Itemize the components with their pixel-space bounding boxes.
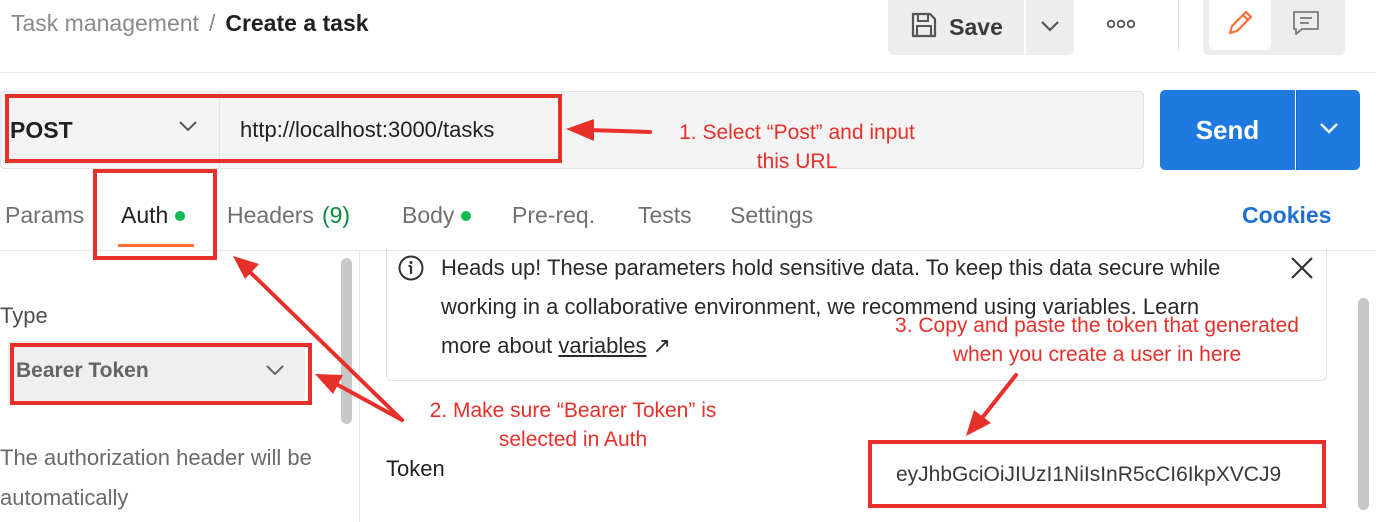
headers-count: (9): [321, 202, 351, 228]
header-divider: [0, 72, 1376, 73]
edit-button[interactable]: [1209, 0, 1271, 50]
save-options-button[interactable]: [1026, 0, 1074, 55]
right-scrollbar[interactable]: [1358, 298, 1369, 510]
close-button[interactable]: [1287, 253, 1317, 283]
chevron-down-icon: [1319, 121, 1339, 139]
annotation-arrow-2b-head: [315, 374, 343, 394]
annotation-note-1-line-1: 1. Select “Post” and input: [679, 121, 915, 144]
breadcrumb-separator: /: [208, 10, 216, 36]
info-icon: [397, 254, 425, 287]
annotation-highlight-auth-tab: [93, 169, 217, 260]
annotation-note-2-line-2: selected in Auth: [498, 428, 648, 451]
cookies-link[interactable]: Cookies: [1242, 202, 1331, 229]
breadcrumb-parent[interactable]: Task management: [11, 10, 199, 36]
send-label: Send: [1195, 114, 1260, 145]
pencil-icon: [1224, 7, 1256, 44]
tab-label: Params: [5, 202, 85, 228]
annotation-note-2: 2. Make sure “Bearer Token” is selected …: [398, 396, 748, 454]
annotation-note-3: 3. Copy and paste the token that generat…: [862, 311, 1332, 369]
left-scrollbar[interactable]: [341, 258, 352, 424]
tab-headers[interactable]: Headers (9): [227, 202, 350, 229]
close-icon: [1287, 257, 1317, 287]
tab-body[interactable]: Body: [402, 202, 472, 229]
annotation-note-1: 1. Select “Post” and input this URL: [652, 118, 942, 176]
tab-label: Tests: [638, 202, 692, 228]
annotation-note-2-line-1: 2. Make sure “Bearer Token” is: [429, 399, 717, 422]
panel-divider: [359, 251, 360, 522]
send-button[interactable]: Send: [1160, 90, 1295, 170]
annotation-note-3-line-2: when you create a user in here: [952, 343, 1242, 366]
send-options-button[interactable]: [1296, 90, 1360, 170]
annotation-note-1-line-2: this URL: [756, 150, 838, 173]
breadcrumb: Task management / Create a task: [11, 10, 369, 37]
tab-tests[interactable]: Tests: [638, 202, 692, 229]
comments-button[interactable]: [1276, 0, 1336, 50]
more-options-button[interactable]: [1098, 10, 1144, 40]
annotation-note-3-line-1: 3. Copy and paste the token that generat…: [895, 314, 1299, 337]
auth-type-label: Type: [0, 303, 48, 328]
annotation-highlight-token: [868, 440, 1326, 508]
tab-label: Settings: [730, 202, 814, 228]
toolbar-divider: [1178, 0, 1179, 52]
tab-pre-request[interactable]: Pre-req.: [512, 202, 595, 229]
save-label: Save: [949, 14, 1003, 40]
annotation-arrow-2a-head: [233, 256, 259, 279]
more-horizontal-icon: [1106, 16, 1136, 34]
external-link-icon: ↗: [652, 333, 672, 358]
status-dot: [461, 210, 472, 221]
save-icon: [909, 10, 939, 45]
chevron-down-icon: [1040, 19, 1060, 37]
annotation-highlight-request: [5, 94, 562, 163]
variables-link[interactable]: variables: [558, 333, 646, 358]
tab-label: Headers: [227, 202, 314, 228]
comment-icon: [1291, 8, 1321, 43]
save-button[interactable]: Save: [888, 0, 1024, 55]
page-title: Create a task: [225, 10, 369, 36]
annotation-arrow-3-head: [966, 410, 991, 436]
auth-description: The authorization header will be automat…: [0, 445, 312, 510]
tab-params[interactable]: Params: [5, 202, 84, 229]
tab-label: Body: [402, 202, 455, 228]
tab-label: Pre-req.: [512, 202, 596, 228]
annotation-arrow-3: [980, 373, 1018, 420]
annotation-highlight-type: [10, 343, 312, 405]
tab-settings[interactable]: Settings: [730, 202, 813, 229]
token-label: Token: [386, 456, 445, 481]
